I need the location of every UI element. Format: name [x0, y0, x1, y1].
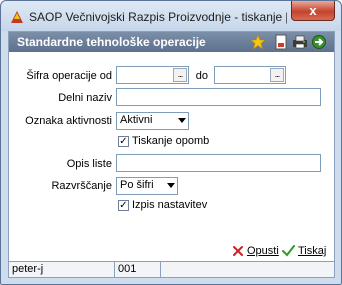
title-bar[interactable]: SAOP Večnivojski Razpis Proizvodnje - ti… [1, 1, 341, 31]
opis-liste-label: Opis liste [66, 158, 112, 170]
status-bar: peter-j 001 [9, 261, 334, 278]
print-button[interactable]: Tiskaj [282, 245, 326, 257]
sifra-do-input[interactable]: ... [214, 66, 286, 84]
izpis-nastavitev-checkbox[interactable]: ✓ [118, 200, 129, 211]
sifra-od-lookup-button[interactable]: ... [173, 68, 187, 82]
printer-icon[interactable] [292, 34, 308, 50]
chevron-down-icon[interactable] [178, 118, 186, 123]
document-icon[interactable] [273, 34, 289, 50]
panel-header: Standardne tehnološke operacije [9, 32, 334, 52]
client-area: Standardne tehnološke operacije Šifra op… [8, 31, 335, 278]
tiskanje-opomb-checkbox[interactable]: ✓ [118, 136, 129, 147]
check-icon [282, 245, 295, 257]
app-icon [11, 11, 23, 23]
close-icon: x [309, 3, 317, 18]
sifra-od-input[interactable]: ... [116, 66, 189, 84]
cancel-label: Opusti [247, 245, 279, 257]
oznaka-aktivnosti-select[interactable]: Aktivni [116, 112, 189, 130]
izpis-nastavitev-label: Izpis nastavitev [132, 199, 208, 211]
sifra-do-lookup-button[interactable]: ... [270, 68, 284, 82]
delni-naziv-label: Delni naziv [58, 92, 112, 104]
tiskanje-opomb-label: Tiskanje opomb [132, 135, 210, 147]
close-button[interactable]: x [291, 1, 335, 21]
exit-icon[interactable] [311, 34, 327, 50]
chevron-down-icon[interactable] [167, 183, 175, 188]
check-mark-icon: ✓ [119, 136, 128, 147]
razvrscanje-label: Razvrščanje [51, 180, 112, 192]
delni-naziv-input[interactable] [116, 88, 321, 106]
star-icon[interactable] [250, 34, 266, 50]
oznaka-aktivnosti-label: Oznaka aktivnosti [25, 115, 112, 127]
status-user: peter-j [9, 262, 115, 278]
do-label: do [195, 70, 208, 82]
window-title: SAOP Večnivojski Razpis Proizvodnje - ti… [29, 10, 287, 24]
check-mark-icon: ✓ [119, 200, 128, 211]
razvrscanje-value: Po šifri [120, 179, 154, 191]
sifra-od-label: Šifra operacije od [26, 70, 112, 82]
cancel-button[interactable]: Opusti [232, 245, 279, 257]
main-window: SAOP Večnivojski Razpis Proizvodnje - ti… [0, 0, 342, 285]
oznaka-aktivnosti-value: Aktivni [120, 114, 153, 126]
panel-title: Standardne tehnološke operacije [17, 35, 206, 49]
status-code: 001 [115, 262, 161, 278]
print-label: Tiskaj [298, 245, 327, 257]
cancel-x-icon [233, 246, 243, 256]
opis-liste-input[interactable] [116, 154, 321, 172]
razvrscanje-select[interactable]: Po šifri [116, 177, 178, 195]
